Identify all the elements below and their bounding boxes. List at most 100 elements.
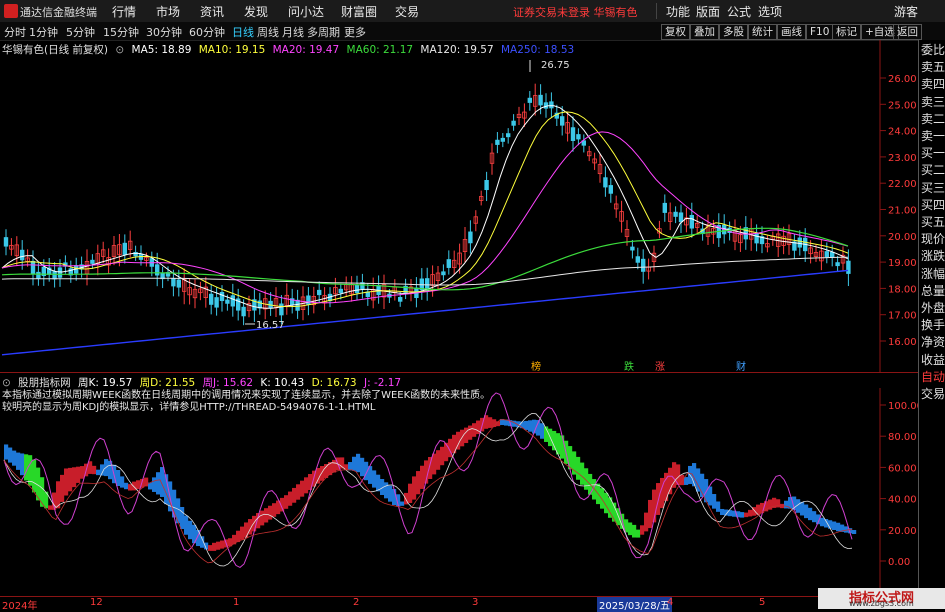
- candle-body: [630, 246, 635, 251]
- login-warning[interactable]: 证券交易未登录 华锡有色: [513, 4, 638, 20]
- candle-body: [549, 101, 554, 109]
- side-item-1[interactable]: 卖五: [921, 59, 945, 76]
- week-kdj-band-seg: [76, 466, 81, 483]
- side-item-17[interactable]: 净资: [921, 334, 945, 351]
- side-item-6[interactable]: 买一: [921, 145, 945, 162]
- kline-chart[interactable]: 26.00 25.00 24.00 23.00 22.00 21.00 20.00 19.00…: [0, 40, 918, 372]
- side-item-15[interactable]: 外盘: [921, 300, 945, 317]
- menu-layout[interactable]: 版面: [696, 3, 720, 20]
- week-kdj-band-seg: [240, 526, 245, 540]
- side-item-18[interactable]: 收益: [921, 352, 945, 369]
- date-label-12: 12: [90, 597, 103, 608]
- side-item-14[interactable]: 总量: [921, 283, 945, 300]
- side-item-20[interactable]: 交易: [921, 386, 945, 403]
- week-kdj-band-seg: [304, 477, 309, 494]
- side-item-10[interactable]: 买五: [921, 214, 945, 231]
- week-kdj-band-seg: [264, 508, 269, 523]
- week-kdj-band-seg: [408, 483, 413, 503]
- side-item-19[interactable]: 自动: [921, 369, 945, 386]
- menu-trade[interactable]: 交易: [395, 3, 419, 20]
- period-1min[interactable]: 1分钟: [29, 24, 58, 40]
- event-tag-rank[interactable]: 榜: [531, 360, 541, 372]
- event-tag-fall[interactable]: 跌: [624, 360, 634, 372]
- side-item-11[interactable]: 现价: [921, 231, 945, 248]
- candle-body: [500, 137, 505, 142]
- week-kdj-band-seg: [400, 501, 405, 506]
- menu-market[interactable]: 市场: [156, 3, 180, 20]
- period-intraday[interactable]: 分时: [4, 24, 26, 40]
- week-kdj-band-seg: [812, 511, 817, 523]
- guest-label[interactable]: 游客: [894, 3, 918, 20]
- period-multi[interactable]: 多周期: [307, 24, 340, 40]
- side-item-7[interactable]: 买二: [921, 162, 945, 179]
- tool-draw-button[interactable]: 画线: [777, 24, 806, 40]
- period-5min[interactable]: 5分钟: [66, 24, 95, 40]
- side-item-2[interactable]: 卖四: [921, 76, 945, 93]
- week-kdj-band-seg: [40, 477, 45, 507]
- week-kdj-band-seg: [60, 474, 65, 502]
- candle-body: [338, 288, 343, 294]
- candle-body: [641, 258, 646, 272]
- event-tag-finance[interactable]: 财: [736, 360, 746, 372]
- week-kdj-band-seg: [120, 476, 125, 488]
- candle-body: [635, 256, 640, 263]
- date-label-4: 4: [667, 597, 674, 608]
- menu-ask[interactable]: 问小达: [288, 3, 324, 20]
- period-30min[interactable]: 30分钟: [146, 24, 182, 40]
- period-daily[interactable]: 日线: [232, 24, 254, 40]
- side-item-9[interactable]: 买四: [921, 197, 945, 214]
- week-kdj-band-seg: [260, 510, 265, 526]
- kdj-tick-label-5: 0.00: [888, 557, 910, 568]
- side-item-0[interactable]: 委比: [921, 42, 945, 59]
- tool-adjust-button[interactable]: 复权: [661, 24, 690, 40]
- week-kdj-band-seg: [208, 545, 213, 551]
- week-kdj-band-seg: [552, 430, 557, 451]
- candle-body: [441, 271, 446, 276]
- side-item-4[interactable]: 卖二: [921, 111, 945, 128]
- price-tick-label-0: 26.00: [888, 74, 917, 85]
- side-item-13[interactable]: 涨幅: [921, 266, 945, 283]
- kdj-indicator-chart[interactable]: 100.00 80.00 60.00 40.00 20.00 0.00: [0, 388, 918, 596]
- menu-news[interactable]: 资讯: [200, 3, 224, 20]
- week-kdj-band-seg: [32, 459, 37, 493]
- menu-function[interactable]: 功能: [666, 3, 690, 20]
- week-kdj-band-seg: [80, 466, 85, 479]
- side-item-3[interactable]: 卖三: [921, 94, 945, 111]
- price-tick-label-5: 21.00: [888, 206, 917, 217]
- tool-overlay-button[interactable]: 叠加: [690, 24, 719, 40]
- week-kdj-band-seg: [644, 512, 649, 532]
- candle-body: [176, 279, 181, 288]
- period-15min[interactable]: 15分钟: [103, 24, 139, 40]
- week-kdj-band-seg: [220, 540, 225, 549]
- menu-options[interactable]: 选项: [758, 3, 782, 20]
- side-item-8[interactable]: 买三: [921, 180, 945, 197]
- menu-quotes[interactable]: 行情: [112, 3, 136, 20]
- tool-mark-button[interactable]: 标记: [832, 24, 861, 40]
- tool-f10-button[interactable]: F10: [806, 24, 834, 40]
- side-item-12[interactable]: 涨跌: [921, 248, 945, 265]
- tool-stats-button[interactable]: 统计: [748, 24, 777, 40]
- period-weekly[interactable]: 周线: [257, 24, 279, 40]
- menu-discover[interactable]: 发现: [244, 3, 268, 20]
- date-label-2024: 2024年: [2, 601, 38, 612]
- side-item-5[interactable]: 卖一: [921, 128, 945, 145]
- period-60min[interactable]: 60分钟: [189, 24, 225, 40]
- date-label-5: 5: [759, 597, 766, 608]
- event-tag-rise[interactable]: 涨: [655, 361, 665, 372]
- week-kdj-band-seg: [16, 452, 21, 470]
- period-more[interactable]: 更多: [344, 24, 366, 40]
- side-item-16[interactable]: 换手: [921, 317, 945, 334]
- kdj-tick-label-0: 100.00: [888, 401, 918, 412]
- week-kdj-band-seg: [640, 525, 645, 535]
- menu-formula[interactable]: 公式: [727, 3, 751, 20]
- week-kdj-band-seg: [184, 515, 189, 535]
- indicator-note-line1: 本指标通过模拟周期WEEK函数在日线周期中的调用情况来实现了连续显示，并去除了W…: [2, 390, 491, 401]
- menu-wealth[interactable]: 财富圈: [341, 3, 377, 20]
- price-tick-label-3: 23.00: [888, 153, 917, 164]
- kdj-tick-label-2: 60.00: [888, 463, 917, 474]
- pane-divider[interactable]: [0, 372, 918, 373]
- tool-back-button[interactable]: 返回: [893, 24, 922, 40]
- period-monthly[interactable]: 月线: [282, 24, 304, 40]
- tool-multi-stock-button[interactable]: 多股: [719, 24, 748, 40]
- week-kdj-band-seg: [244, 522, 249, 538]
